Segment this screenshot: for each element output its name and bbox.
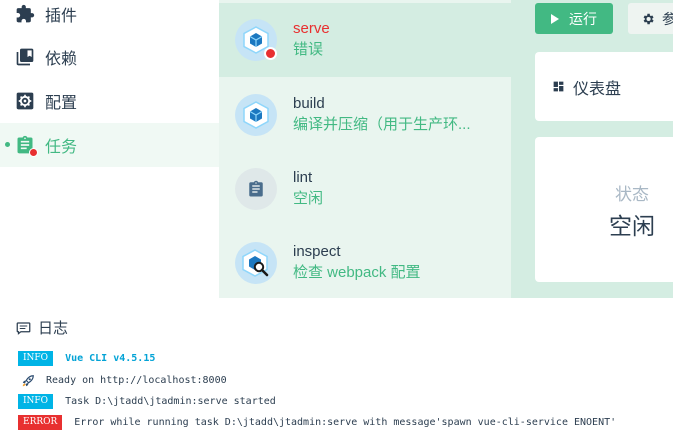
- run-button-label: 运行: [569, 10, 597, 27]
- error-badge: [29, 148, 38, 157]
- parameters-button-label: 参: [662, 10, 673, 27]
- error-badge: [264, 47, 277, 60]
- sidebar-item-label: 配置: [45, 95, 78, 112]
- play-icon: [551, 13, 559, 24]
- log-header[interactable]: 日志: [16, 317, 68, 338]
- log-line: INFO Vue CLI v4.5.15: [18, 350, 155, 367]
- task-item-lint[interactable]: lint 空闲: [219, 152, 511, 226]
- clipboard-icon: [235, 168, 277, 210]
- task-description: 检查 webpack 配置: [293, 264, 421, 281]
- task-item-inspect[interactable]: inspect 检查 webpack 配置: [219, 226, 511, 300]
- sidebar-item-tasks[interactable]: 任务: [0, 123, 219, 167]
- webpack-cube-icon: [235, 19, 277, 61]
- log-message: Task D:\jtadd\jtadmin:serve started: [65, 396, 276, 407]
- log-line: INFO Task D:\jtadd\jtadmin:serve started: [18, 393, 276, 410]
- dashboard-tab[interactable]: 仪表盘: [535, 52, 673, 121]
- status-value: 空闲: [609, 213, 655, 239]
- sidebar-item-dependencies[interactable]: 依赖: [0, 35, 219, 79]
- message-icon: [16, 321, 31, 335]
- log-title: 日志: [38, 320, 69, 337]
- log-panel: 日志 INFO Vue CLI v4.5.15 Ready on http://…: [0, 298, 673, 439]
- task-description: 空闲: [293, 190, 324, 207]
- sidebar-item-plugins[interactable]: 插件: [0, 0, 219, 36]
- task-description: 错误: [293, 41, 324, 58]
- status-title: 状态: [615, 185, 649, 204]
- task-name: serve: [293, 20, 330, 37]
- collection-icon: [14, 46, 36, 68]
- task-detail-panel: 运行 参 仪表盘 状态 空闲: [517, 0, 673, 298]
- gear-icon: [641, 12, 655, 26]
- task-name: lint: [293, 169, 313, 186]
- log-tag-info: INFO: [18, 351, 54, 366]
- sidebar-item-configuration[interactable]: 配置: [0, 79, 219, 123]
- puzzle-icon: [14, 3, 36, 25]
- task-description: 编译并压缩（用于生产环...: [293, 116, 471, 133]
- parameters-button[interactable]: 参: [628, 3, 673, 34]
- sidebar-nav: 插件 依赖 配置 任务: [0, 0, 219, 298]
- sidebar-item-label: 任务: [45, 139, 78, 156]
- dashboard-label: 仪表盘: [573, 80, 622, 98]
- log-line: ERROR Error while running task D:\jtadd\…: [18, 414, 616, 431]
- status-card: 状态 空闲: [535, 137, 673, 282]
- task-name: build: [293, 95, 325, 112]
- dashboard-icon: [552, 80, 565, 93]
- rocket-icon: [21, 374, 35, 388]
- log-message: Ready on http://localhost:8000: [46, 375, 227, 386]
- vue-ui-tasks-page: 插件 依赖 配置 任务 serve 错误 build 编译并压缩（用于生产环..…: [0, 0, 673, 439]
- task-item-build[interactable]: build 编译并压缩（用于生产环...: [219, 78, 511, 152]
- webpack-inspect-icon: [235, 242, 277, 284]
- log-line: Ready on http://localhost:8000: [18, 372, 227, 389]
- log-message: Vue CLI v4.5.15: [65, 353, 156, 364]
- clipboard-icon: [14, 134, 38, 157]
- settings-box-icon: [14, 90, 36, 112]
- sidebar-item-label: 依赖: [45, 51, 78, 68]
- log-tag-error: ERROR: [18, 415, 63, 430]
- task-list: serve 错误 build 编译并压缩（用于生产环... lint 空闲 in…: [219, 0, 511, 298]
- log-tag-info: INFO: [18, 394, 54, 409]
- task-item-serve[interactable]: serve 错误: [219, 3, 511, 77]
- active-indicator: [5, 142, 10, 147]
- log-message: Error while running task D:\jtadd\jtadmi…: [74, 417, 617, 428]
- webpack-cube-icon: [235, 94, 277, 136]
- task-name: inspect: [293, 243, 341, 260]
- sidebar-item-label: 插件: [45, 8, 78, 25]
- run-button[interactable]: 运行: [535, 3, 613, 34]
